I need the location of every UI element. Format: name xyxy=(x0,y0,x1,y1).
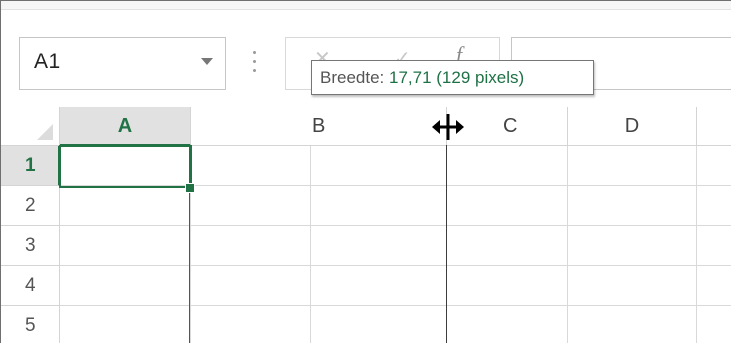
column-header-c[interactable]: C xyxy=(447,107,568,146)
name-box-value: A1 xyxy=(34,50,61,73)
row-header-2[interactable]: 2 xyxy=(1,186,60,226)
cell-d3[interactable] xyxy=(568,226,697,266)
tooltip-label: Breedte: xyxy=(320,68,389,87)
tooltip-value: 17,71 (129 pixels) xyxy=(389,68,525,87)
column-header-e-partial[interactable] xyxy=(697,107,731,146)
cell-b2[interactable] xyxy=(311,186,447,226)
name-box[interactable]: A1 xyxy=(19,37,226,90)
cell-c3[interactable] xyxy=(447,226,568,266)
cell-c1[interactable] xyxy=(447,146,568,186)
column-width-tooltip: Breedte: 17,71 (129 pixels) xyxy=(311,60,594,95)
cell-e3[interactable] xyxy=(697,226,731,266)
cell-e5[interactable] xyxy=(697,306,731,343)
cell-d2[interactable] xyxy=(568,186,697,226)
row-header-3[interactable]: 3 xyxy=(1,226,60,266)
cell-a2[interactable] xyxy=(60,186,191,226)
row-header-5[interactable]: 5 xyxy=(1,306,60,343)
cell-e2[interactable] xyxy=(697,186,731,226)
cell-b3-left[interactable] xyxy=(191,226,311,266)
formula-bar-splitter[interactable] xyxy=(253,51,257,75)
cell-a5[interactable] xyxy=(60,306,191,343)
column-header-d[interactable]: D xyxy=(568,107,697,146)
column-header-a[interactable]: A xyxy=(60,107,191,146)
chevron-down-icon[interactable] xyxy=(201,58,213,65)
active-cell-outline xyxy=(59,145,192,188)
row-header-4[interactable]: 4 xyxy=(1,266,60,306)
row-header-1[interactable]: 1 xyxy=(1,146,60,186)
cell-c4[interactable] xyxy=(447,266,568,306)
select-all-triangle-icon xyxy=(37,124,53,140)
cell-b5-left[interactable] xyxy=(191,306,311,343)
cell-a3[interactable] xyxy=(60,226,191,266)
cell-b1-left[interactable] xyxy=(191,146,311,186)
column-resize-guide xyxy=(446,145,447,343)
cell-b4[interactable] xyxy=(311,266,447,306)
cell-b3[interactable] xyxy=(311,226,447,266)
cell-d5[interactable] xyxy=(568,306,697,343)
cell-c2[interactable] xyxy=(447,186,568,226)
cell-a4[interactable] xyxy=(60,266,191,306)
select-all-button[interactable] xyxy=(1,107,60,146)
cell-b1[interactable] xyxy=(311,146,447,186)
cell-b5[interactable] xyxy=(311,306,447,343)
title-bar-strip xyxy=(1,1,731,10)
worksheet-grid: A B C D 1 2 3 4 5 xyxy=(0,107,731,343)
cell-b2-left[interactable] xyxy=(191,186,311,226)
cell-d1[interactable] xyxy=(568,146,697,186)
fill-handle[interactable] xyxy=(185,183,195,193)
column-resize-cursor-icon xyxy=(432,114,464,140)
cell-b4-left[interactable] xyxy=(191,266,311,306)
column-header-b[interactable]: B xyxy=(191,107,447,146)
cell-e1[interactable] xyxy=(697,146,731,186)
cell-d4[interactable] xyxy=(568,266,697,306)
cell-e4[interactable] xyxy=(697,266,731,306)
cell-c5[interactable] xyxy=(447,306,568,343)
